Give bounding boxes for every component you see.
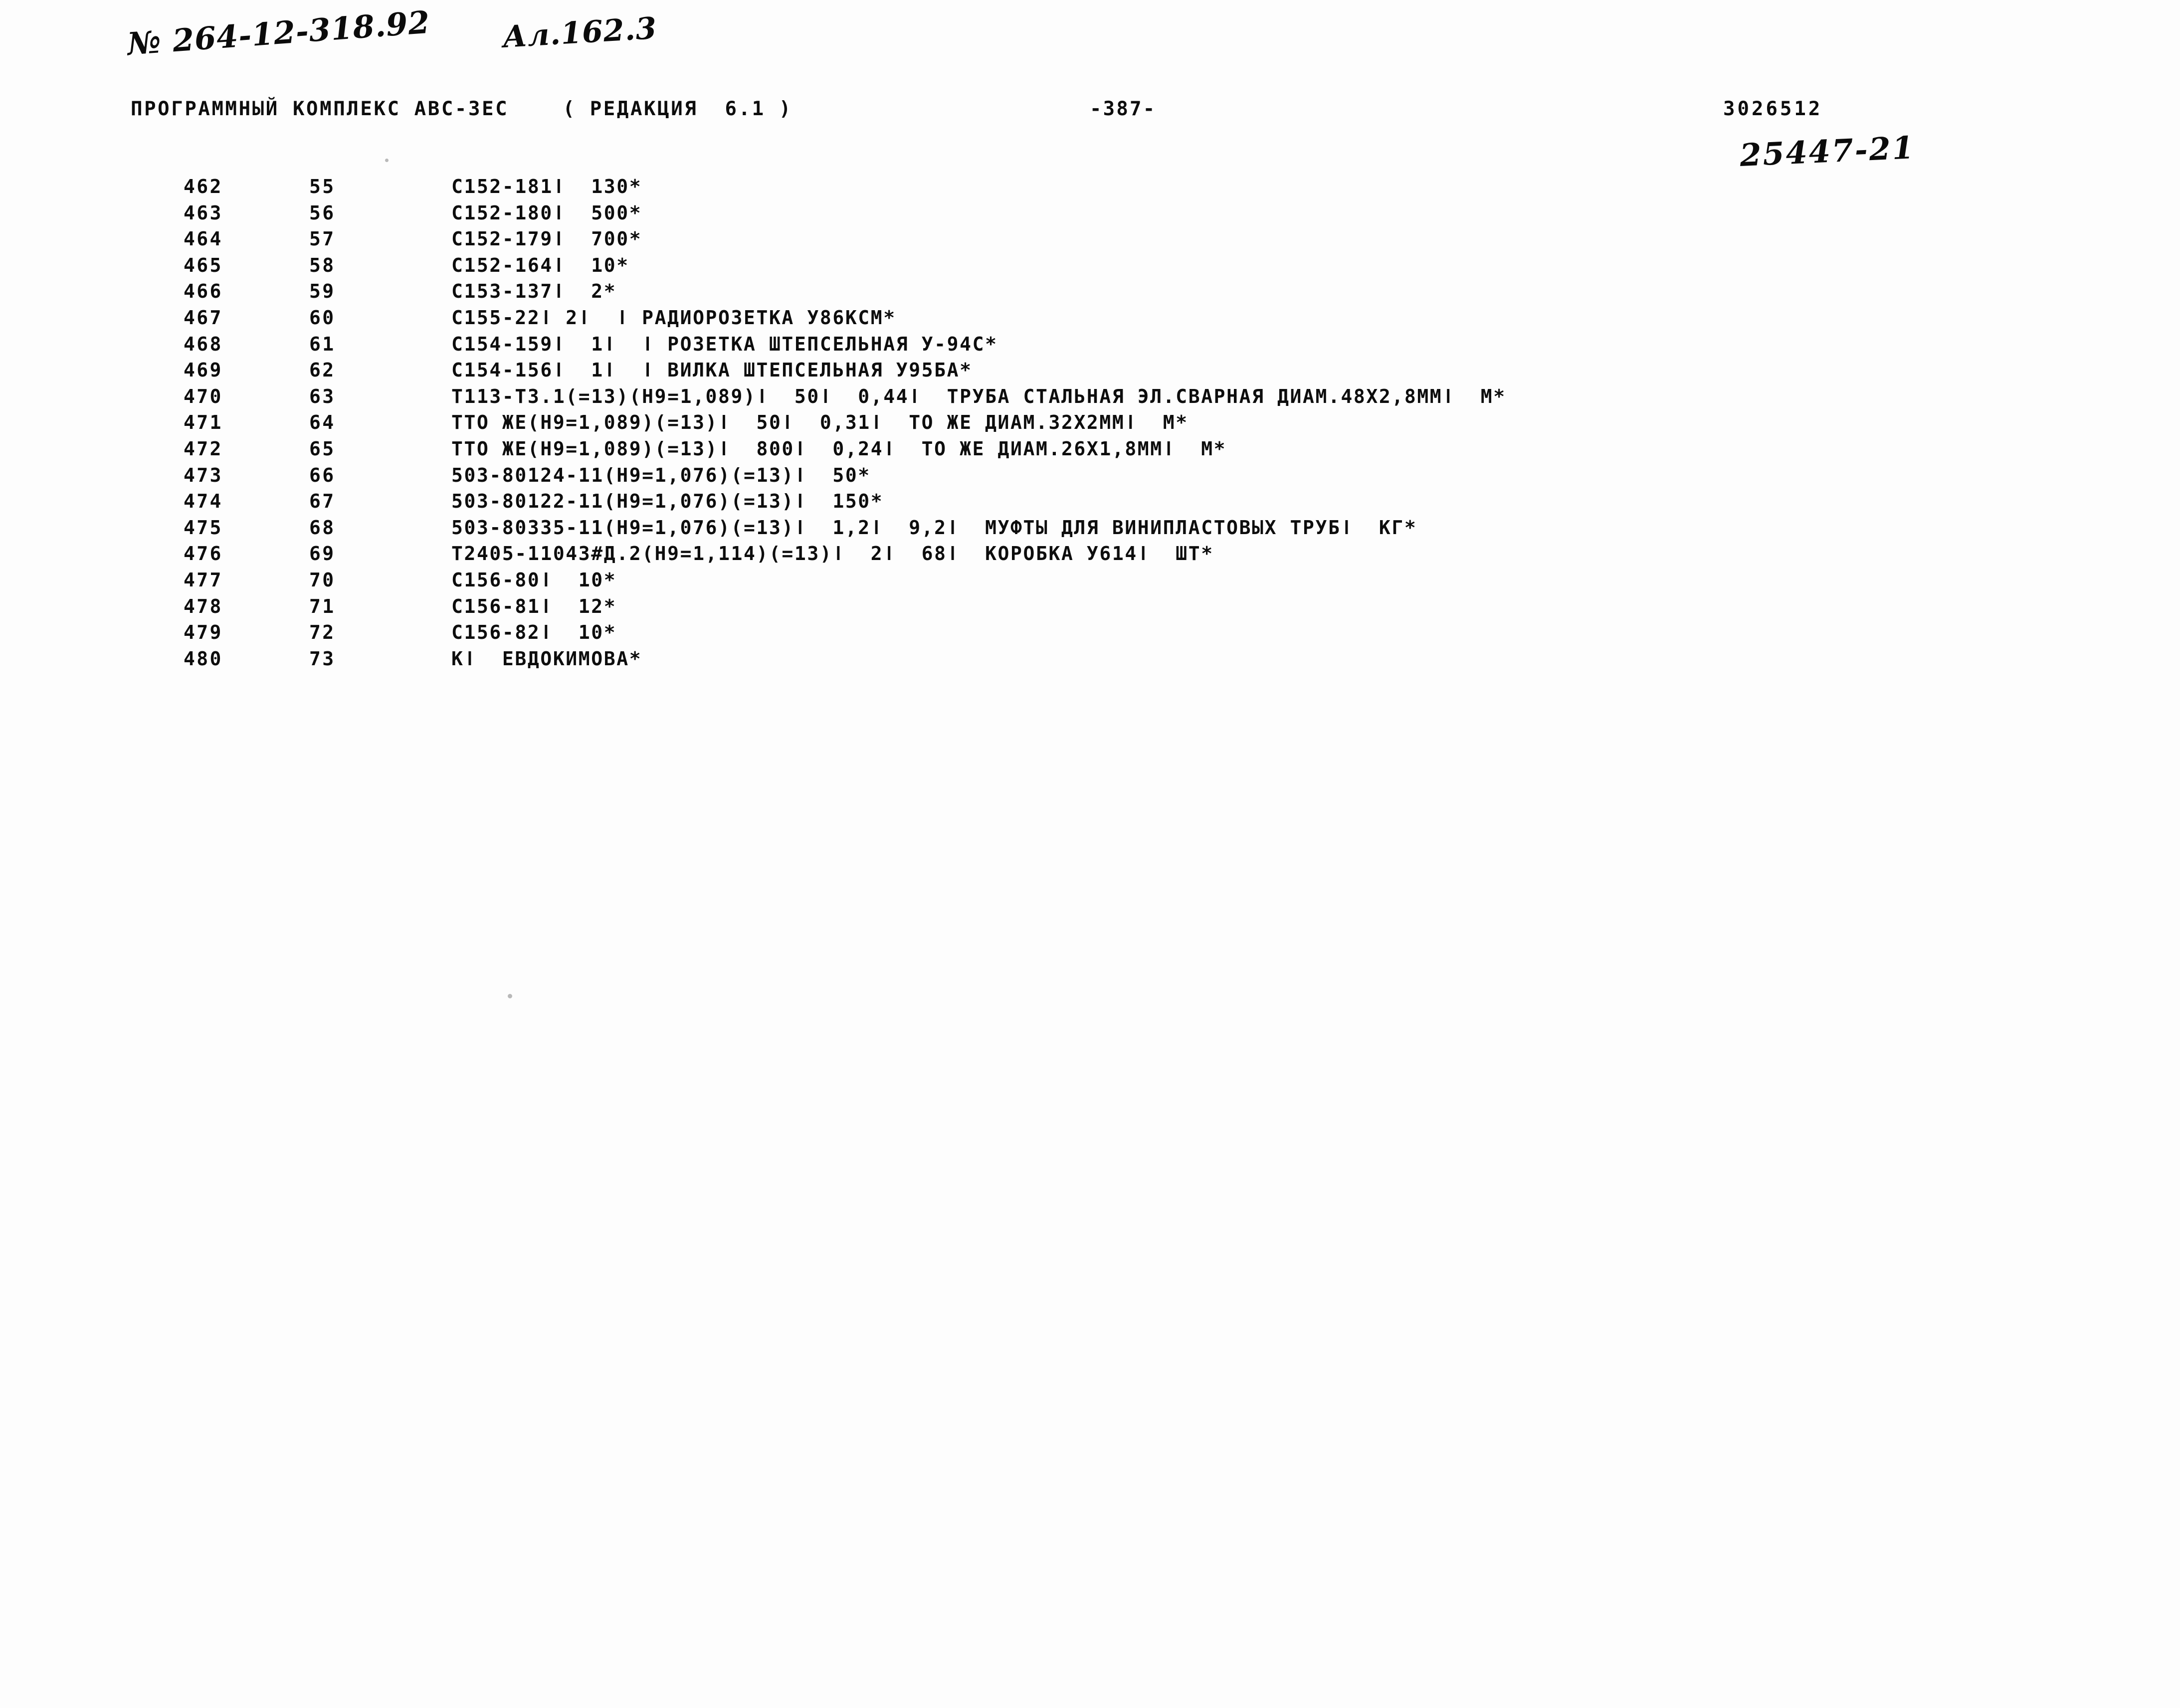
- listing-row: 470 63 Т113-Т3.1(=13)(Н9=1,089)ǀ 50ǀ 0,44ǀ…: [0, 385, 2180, 412]
- row-sequence-number: 62: [309, 359, 336, 381]
- listing-row: 477 70 С156-80ǀ 10*: [0, 569, 2180, 595]
- row-sequence-number: 60: [309, 306, 336, 329]
- row-resource-record: Т113-Т3.1(=13)(Н9=1,089)ǀ 50ǀ 0,44ǀ ТРУБ…: [451, 385, 1506, 407]
- row-resource-record: С154-159ǀ 1ǀ ǀ РОЗЕТКА ШТЕПСЕЛЬНАЯ У-94С…: [451, 333, 998, 355]
- row-line-number: 478: [184, 595, 223, 617]
- row-resource-record: 503-80335-11(Н9=1,076)(=13)ǀ 1,2ǀ 9,2ǀ М…: [451, 516, 1417, 539]
- row-sequence-number: 58: [309, 254, 336, 276]
- listing-row: 473 66 503-80124-11(Н9=1,076)(=13)ǀ 50*: [0, 464, 2180, 491]
- row-line-number: 479: [184, 621, 223, 644]
- row-sequence-number: 70: [309, 569, 336, 591]
- row-resource-record: С156-82ǀ 10*: [451, 621, 617, 644]
- row-resource-record: 503-80122-11(Н9=1,076)(=13)ǀ 150*: [451, 490, 884, 513]
- listing-row: 475 68 503-80335-11(Н9=1,076)(=13)ǀ 1,2ǀ 9…: [0, 517, 2180, 543]
- scan-speck: [508, 994, 512, 998]
- row-line-number: 480: [184, 647, 223, 670]
- row-sequence-number: 56: [309, 201, 336, 224]
- row-sequence-number: 55: [309, 176, 336, 197]
- row-resource-record: С154-156ǀ 1ǀ ǀ ВИЛКА ШТЕПСЕЛЬНАЯ У95БА*: [451, 359, 973, 381]
- listing-row: 467 60 С155-22ǀ 2ǀ ǀ РАДИОРОЗЕТКА У86КСМ*: [0, 307, 2180, 333]
- listing-row: 472 65 ТТО ЖЕ(Н9=1,089)(=13)ǀ 800ǀ 0,24ǀ Т…: [0, 438, 2180, 464]
- row-line-number: 470: [184, 385, 223, 407]
- row-resource-record: С152-180ǀ 500*: [451, 201, 642, 224]
- scan-speck: [385, 159, 389, 162]
- row-resource-record: С152-181ǀ 130*: [451, 176, 642, 197]
- row-sequence-number: 69: [309, 543, 336, 565]
- row-resource-record: С152-164ǀ 10*: [451, 254, 629, 276]
- row-sequence-number: 68: [309, 516, 336, 539]
- row-sequence-number: 59: [309, 280, 336, 303]
- listing-row: 465 58 С152-164ǀ 10*: [0, 254, 2180, 281]
- listing-row: 480 73 Кǀ ЕВДОКИМОВА*: [0, 648, 2180, 674]
- row-sequence-number: 65: [309, 437, 336, 460]
- row-sequence-number: 64: [309, 411, 336, 434]
- row-sequence-number: 72: [309, 621, 336, 644]
- row-resource-record: С152-179ǀ 700*: [451, 228, 642, 250]
- row-resource-record: 503-80124-11(Н9=1,076)(=13)ǀ 50*: [451, 464, 871, 486]
- handwritten-document-number: 25447-21: [1739, 129, 1916, 174]
- listing-row: 463 56 С152-180ǀ 500*: [0, 202, 2180, 228]
- listing-row: 468 61 С154-159ǀ 1ǀ ǀ РОЗЕТКА ШТЕПСЕЛЬНАЯ …: [0, 333, 2180, 360]
- row-line-number: 465: [184, 254, 223, 276]
- row-resource-record: С156-81ǀ 12*: [451, 595, 617, 617]
- row-line-number: 466: [184, 280, 223, 303]
- row-resource-record: С155-22ǀ 2ǀ ǀ РАДИОРОЗЕТКА У86КСМ*: [451, 306, 896, 329]
- listing-row: 471 64 ТТО ЖЕ(Н9=1,089)(=13)ǀ 50ǀ 0,31ǀ ТО…: [0, 411, 2180, 438]
- row-sequence-number: 73: [309, 647, 336, 670]
- row-resource-record: ТТО ЖЕ(Н9=1,089)(=13)ǀ 50ǀ 0,31ǀ ТО ЖЕ Д…: [451, 411, 1189, 434]
- row-resource-record: Кǀ ЕВДОКИМОВА*: [451, 647, 642, 670]
- row-line-number: 467: [184, 306, 223, 329]
- scanned-listing-page: № 264-12-318.92 Ал.162.3 25447-21 ПРОГРА…: [0, 0, 2180, 1708]
- row-sequence-number: 67: [309, 490, 336, 513]
- listing-row: 466 59 С153-137ǀ 2*: [0, 280, 2180, 307]
- listing-body: 462 55 С152-181ǀ 130* 463 56 С152-180ǀ 500* 46…: [0, 176, 2180, 674]
- listing-row: 474 67 503-80122-11(Н9=1,076)(=13)ǀ 150*: [0, 490, 2180, 517]
- page-title: ПРОГРАММНЫЙ КОМПЛЕКС АВС-3ЕС ( РЕДАКЦИЯ …: [131, 98, 793, 120]
- row-sequence-number: 63: [309, 385, 336, 407]
- row-line-number: 463: [184, 201, 223, 224]
- row-resource-record: ТТО ЖЕ(Н9=1,089)(=13)ǀ 800ǀ 0,24ǀ ТО ЖЕ …: [451, 437, 1227, 460]
- row-resource-record: С156-80ǀ 10*: [451, 569, 617, 591]
- listing-row: 464 57 С152-179ǀ 700*: [0, 228, 2180, 254]
- row-line-number: 464: [184, 228, 223, 250]
- row-line-number: 462: [184, 176, 223, 197]
- row-line-number: 474: [184, 490, 223, 513]
- page-number: -387-: [1090, 98, 1157, 120]
- row-line-number: 473: [184, 464, 223, 486]
- row-resource-record: Т2405-11043#Д.2(Н9=1,114)(=13)ǀ 2ǀ 68ǀ К…: [451, 543, 1214, 565]
- sheet-code: 3026512: [1723, 98, 1823, 120]
- row-resource-record: С153-137ǀ 2*: [451, 280, 617, 303]
- row-line-number: 468: [184, 333, 223, 355]
- handwritten-album-reference: Ал.162.3: [501, 10, 658, 55]
- row-line-number: 475: [184, 516, 223, 539]
- handwritten-order-number: № 264-12-318.92: [126, 3, 431, 62]
- listing-row: 476 69 Т2405-11043#Д.2(Н9=1,114)(=13)ǀ 2ǀ …: [0, 543, 2180, 569]
- row-line-number: 471: [184, 411, 223, 434]
- row-sequence-number: 71: [309, 595, 336, 617]
- listing-row: 462 55 С152-181ǀ 130*: [0, 176, 2180, 202]
- listing-row: 469 62 С154-156ǀ 1ǀ ǀ ВИЛКА ШТЕПСЕЛЬНАЯ У9…: [0, 359, 2180, 385]
- row-line-number: 477: [184, 569, 223, 591]
- listing-row: 478 71 С156-81ǀ 12*: [0, 595, 2180, 622]
- row-line-number: 472: [184, 437, 223, 460]
- row-line-number: 469: [184, 359, 223, 381]
- row-line-number: 476: [184, 543, 223, 565]
- row-sequence-number: 61: [309, 333, 336, 355]
- row-sequence-number: 57: [309, 228, 336, 250]
- listing-row: 479 72 С156-82ǀ 10*: [0, 621, 2180, 648]
- row-sequence-number: 66: [309, 464, 336, 486]
